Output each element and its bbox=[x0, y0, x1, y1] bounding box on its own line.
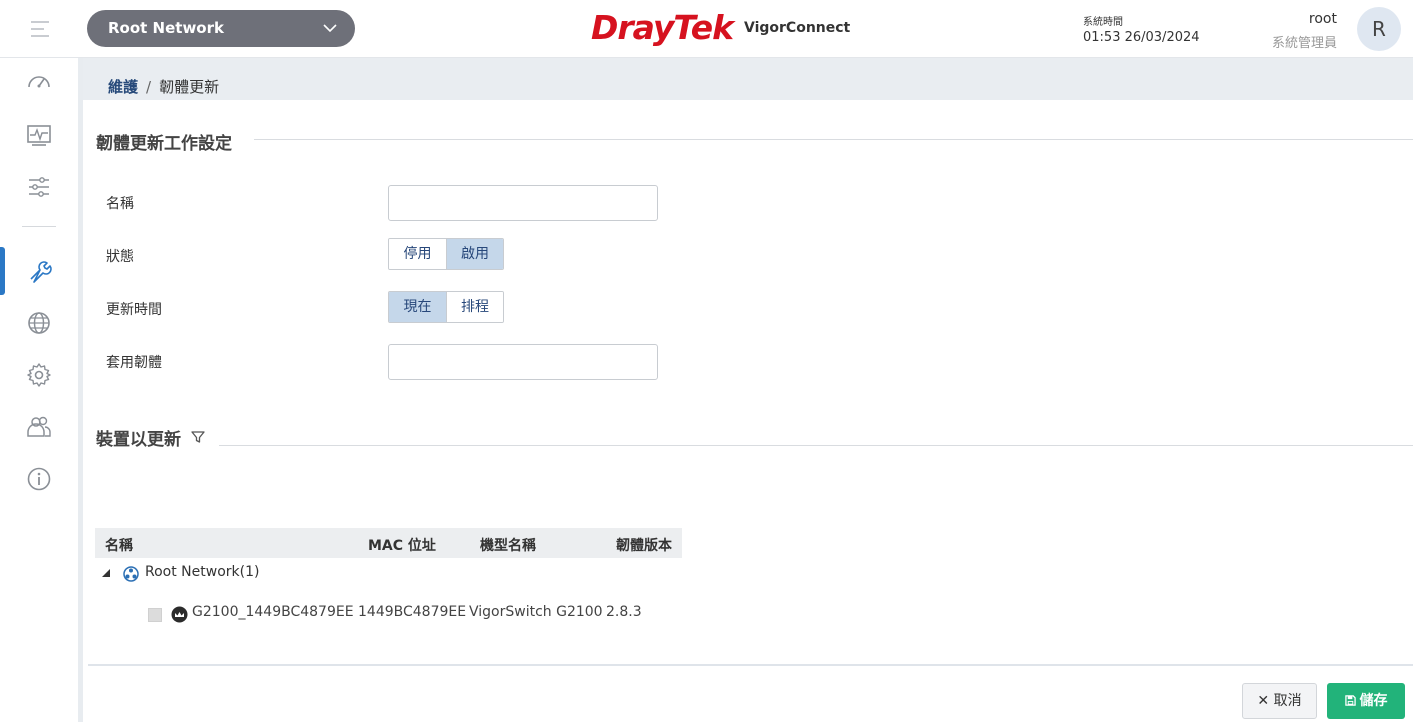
filter-icon[interactable] bbox=[190, 429, 206, 445]
cancel-button[interactable]: ✕ 取消 bbox=[1242, 683, 1317, 719]
avatar[interactable]: R bbox=[1357, 7, 1401, 51]
save-button-label: 儲存 bbox=[1359, 693, 1388, 709]
menu-toggle-icon[interactable] bbox=[31, 21, 49, 37]
users-icon bbox=[27, 416, 51, 437]
column-name[interactable]: 名稱 bbox=[105, 535, 133, 555]
product-name: VigorConnect bbox=[744, 20, 851, 36]
breadcrumb-parent[interactable]: 維護 bbox=[108, 78, 138, 96]
save-button[interactable]: 儲存 bbox=[1327, 683, 1405, 719]
dashboard-gauge-icon bbox=[28, 76, 50, 88]
job-settings-title: 韌體更新工作設定 bbox=[96, 134, 232, 154]
devices-title: 裝置以更新 bbox=[96, 430, 181, 450]
sidebar-item-about[interactable] bbox=[0, 458, 78, 500]
tree-collapse-icon[interactable] bbox=[101, 568, 111, 578]
device-model: VigorSwitch G2100 bbox=[469, 604, 603, 620]
close-icon: ✕ bbox=[1257, 693, 1274, 709]
apply-firmware-input[interactable] bbox=[388, 344, 658, 380]
status-enable-option[interactable]: 啟用 bbox=[446, 239, 503, 269]
section-divider bbox=[254, 139, 1413, 140]
sidebar-item-dashboard[interactable] bbox=[0, 62, 78, 104]
network-selector[interactable]: Root Network bbox=[87, 10, 355, 47]
system-time-label: 系統時間 bbox=[1083, 17, 1123, 28]
column-model[interactable]: 機型名稱 bbox=[480, 535, 536, 555]
column-firmware[interactable]: 韌體版本 bbox=[616, 535, 672, 555]
apply-firmware-label: 套用韌體 bbox=[106, 355, 162, 371]
save-icon bbox=[1344, 695, 1356, 706]
monitoring-chart-icon bbox=[27, 125, 51, 146]
footer-divider bbox=[88, 664, 1413, 666]
info-icon bbox=[27, 467, 51, 491]
switch-device-icon bbox=[171, 606, 188, 623]
user-name: root bbox=[1308, 11, 1337, 27]
device-mac: 1449BC4879EE bbox=[358, 604, 467, 620]
sidebar-item-network[interactable] bbox=[0, 302, 78, 344]
globe-icon bbox=[28, 312, 50, 334]
column-mac[interactable]: MAC 位址 bbox=[368, 535, 436, 555]
breadcrumb-separator: / bbox=[146, 78, 152, 96]
update-time-toggle: 現在 排程 bbox=[388, 291, 504, 323]
sidebar-item-maintenance[interactable] bbox=[0, 250, 78, 292]
settings-sliders-icon bbox=[29, 177, 49, 197]
sidebar-item-configuration[interactable] bbox=[0, 166, 78, 208]
gear-icon bbox=[27, 363, 51, 387]
system-time-value: 01:53 26/03/2024 bbox=[1083, 30, 1200, 45]
status-disable-option[interactable]: 停用 bbox=[389, 239, 446, 269]
sidebar-item-users[interactable] bbox=[0, 406, 78, 448]
breadcrumb: 維護 / 韌體更新 bbox=[83, 58, 1413, 100]
device-firmware: 2.8.3 bbox=[606, 604, 642, 620]
name-label: 名稱 bbox=[106, 196, 134, 212]
maintenance-wrench-icon bbox=[30, 261, 52, 283]
status-toggle: 停用 啟用 bbox=[388, 238, 504, 270]
breadcrumb-current: 韌體更新 bbox=[159, 78, 220, 96]
network-group-icon bbox=[123, 566, 139, 582]
device-select-checkbox[interactable] bbox=[148, 608, 162, 622]
section-divider bbox=[219, 445, 1413, 446]
top-header: Root Network DrayTek VigorConnect 系統時間 0… bbox=[0, 0, 1413, 58]
network-group-label[interactable]: Root Network(1) bbox=[145, 564, 259, 580]
name-input[interactable] bbox=[388, 185, 658, 221]
chevron-down-icon bbox=[323, 24, 337, 33]
cancel-button-label: 取消 bbox=[1273, 693, 1302, 709]
update-time-label: 更新時間 bbox=[106, 302, 162, 318]
brand-logo: DrayTek bbox=[591, 8, 734, 47]
status-label: 狀態 bbox=[106, 249, 134, 265]
update-schedule-option[interactable]: 排程 bbox=[446, 292, 503, 322]
update-now-option[interactable]: 現在 bbox=[389, 292, 446, 322]
sidebar-item-system-settings[interactable] bbox=[0, 354, 78, 396]
network-selector-label: Root Network bbox=[108, 19, 224, 37]
user-role: 系統管理員 bbox=[1271, 36, 1337, 51]
device-table-header: 名稱 MAC 位址 機型名稱 韌體版本 bbox=[95, 528, 682, 558]
sidebar-separator bbox=[22, 226, 56, 227]
sidebar-divider bbox=[78, 58, 83, 722]
device-name[interactable]: G2100_1449BC4879EE bbox=[192, 604, 354, 620]
sidebar-item-monitoring[interactable] bbox=[0, 114, 78, 156]
